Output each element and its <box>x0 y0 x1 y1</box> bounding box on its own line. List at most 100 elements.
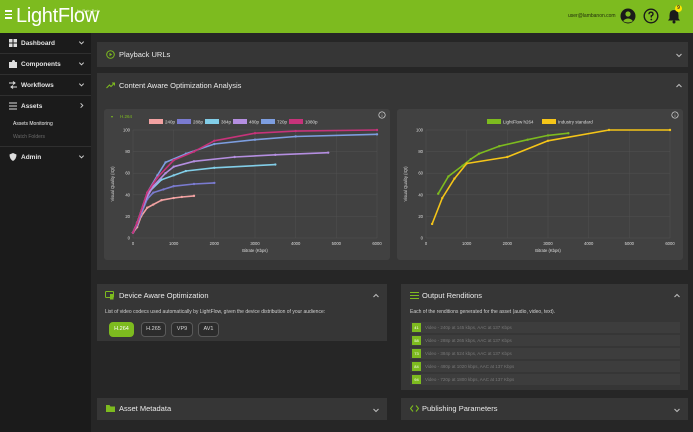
rendition-row[interactable]: 41 Video - 240p at 145 kbps, AAC at 137 K… <box>410 322 680 333</box>
sidebar-item-label: Admin <box>21 154 42 161</box>
data-point <box>131 231 135 234</box>
sidebar-item-label: Components <box>21 61 61 68</box>
sidebar-item-label: Workflows <box>21 82 54 89</box>
series-line <box>132 151 329 233</box>
help-icon[interactable] <box>643 8 659 24</box>
series-line <box>132 163 276 233</box>
rendition-text: Video - 480p at 1020 kbps, AAC at 137 Kb… <box>425 364 515 369</box>
shield-icon <box>9 153 17 161</box>
rendition-row[interactable]: 94 Video - 720p at 1800 kbps, AAC at 137 … <box>410 374 680 385</box>
y-tick-label: 40 <box>418 192 423 197</box>
chevron-up-icon[interactable] <box>673 292 681 300</box>
rendition-quality-badge: 41 <box>412 323 421 332</box>
dashboard-icon <box>9 39 17 47</box>
list-icon <box>410 291 419 300</box>
data-point <box>375 133 379 136</box>
data-point <box>213 181 216 185</box>
x-tick-label: 5000 <box>332 241 342 246</box>
app-logo-subtitle: by Rain Beta <box>77 8 100 13</box>
data-point <box>172 184 175 188</box>
chevron-down-icon[interactable] <box>673 406 681 414</box>
data-point <box>152 191 155 194</box>
device-description: List of video codecs used automatically … <box>105 309 326 315</box>
data-point <box>477 152 481 155</box>
data-point <box>453 177 456 180</box>
legend-label: 240p <box>165 120 176 125</box>
y-tick-label: 60 <box>125 171 130 176</box>
data-point <box>213 139 216 142</box>
chevron-up-icon[interactable] <box>372 292 380 300</box>
sidebar-item-dashboard[interactable]: Dashboard <box>0 33 91 54</box>
notification-count-badge: 9 <box>675 5 682 12</box>
codec-vp9-button[interactable]: VP9 <box>171 322 193 337</box>
user-account-icon[interactable] <box>620 8 636 24</box>
rendition-row[interactable]: 84 Video - 480p at 1020 kbps, AAC at 137 … <box>410 361 680 372</box>
y-tick-label: 0 <box>421 236 424 241</box>
x-tick-label: 6000 <box>372 241 382 246</box>
panel-title: Output Renditions <box>422 291 483 300</box>
data-point <box>469 157 472 161</box>
asset-metadata-panel[interactable]: Asset Metadata <box>97 398 387 420</box>
data-point <box>607 128 611 132</box>
x-tick-label: 0 <box>132 241 135 246</box>
user-email[interactable]: user@lambanon.com <box>568 13 616 19</box>
data-point <box>506 155 509 159</box>
data-point <box>146 206 149 209</box>
data-point <box>253 132 257 135</box>
legend-label: 720p <box>277 120 288 125</box>
info-icon-glyph: i <box>382 113 383 118</box>
y-axis-label: Visual Quality (IQI) <box>403 166 408 202</box>
trending-up-icon <box>106 82 115 89</box>
legend-label: 288p <box>193 120 204 125</box>
sidebar-subitem-assets-monitoring[interactable]: Assets Monitoring <box>13 121 53 127</box>
data-point <box>274 163 277 166</box>
x-tick-label: 1000 <box>169 241 179 246</box>
legend-label: 480p <box>249 120 260 125</box>
sidebar-subitem-watch-folders[interactable]: Watch Folders <box>13 134 45 140</box>
legend-swatch <box>149 119 163 124</box>
chevron-down-icon[interactable] <box>675 51 683 59</box>
x-tick-label: 3000 <box>250 241 260 246</box>
rendition-row[interactable]: 73 Video - 384p at 524 kbps, AAC at 137 K… <box>410 348 680 359</box>
rendition-quality-badge: 73 <box>412 349 421 358</box>
renditions-description: Each of the renditions generated for the… <box>410 309 556 315</box>
chevron-down-icon <box>78 83 85 87</box>
playback-urls-panel[interactable]: Playback URLs <box>97 42 688 67</box>
sidebar-item-assets[interactable]: Assets <box>0 96 91 117</box>
y-tick-label: 40 <box>125 192 130 197</box>
sidebar-item-workflows[interactable]: Workflows <box>0 75 91 96</box>
chevron-up-icon[interactable] <box>675 82 683 90</box>
data-point <box>274 153 277 157</box>
x-tick-label: 2000 <box>210 241 220 246</box>
data-point <box>192 194 196 198</box>
data-point <box>180 195 183 199</box>
publishing-parameters-panel[interactable]: Publishing Parameters <box>401 398 688 420</box>
data-point <box>546 139 550 142</box>
rendition-text: Video - 720p at 1800 kbps, AAC at 137 Kb… <box>425 377 515 382</box>
hamburger-menu-icon[interactable] <box>5 10 12 19</box>
data-point <box>172 165 175 168</box>
rendition-row[interactable]: 58 Video - 288p at 265 kbps, AAC at 137 K… <box>410 335 680 346</box>
codec-h265-button[interactable]: H.265 <box>141 322 166 337</box>
data-point <box>668 128 672 132</box>
legend-swatch <box>542 119 556 124</box>
data-point <box>526 138 529 141</box>
codec-av1-button[interactable]: AV1 <box>198 322 219 337</box>
data-point <box>437 192 440 195</box>
y-tick-label: 100 <box>416 128 424 133</box>
legend-swatch <box>205 119 219 124</box>
data-point <box>447 175 450 178</box>
data-point <box>160 199 163 202</box>
data-point <box>164 172 167 175</box>
panel-title: Publishing Parameters <box>422 404 498 413</box>
codec-h264-button[interactable]: H.264 <box>109 322 134 337</box>
sidebar-item-components[interactable]: Components <box>0 54 91 75</box>
x-axis-label: Bitrate (Kbps) <box>535 248 561 253</box>
sidebar-item-admin[interactable]: Admin <box>0 147 91 168</box>
chevron-right-icon <box>80 102 84 109</box>
devices-icon <box>105 291 114 300</box>
y-tick-label: 20 <box>125 214 130 219</box>
chevron-down-icon[interactable] <box>372 406 380 414</box>
legend-label: LightFlow h264 <box>503 120 534 125</box>
series-line <box>431 129 670 225</box>
